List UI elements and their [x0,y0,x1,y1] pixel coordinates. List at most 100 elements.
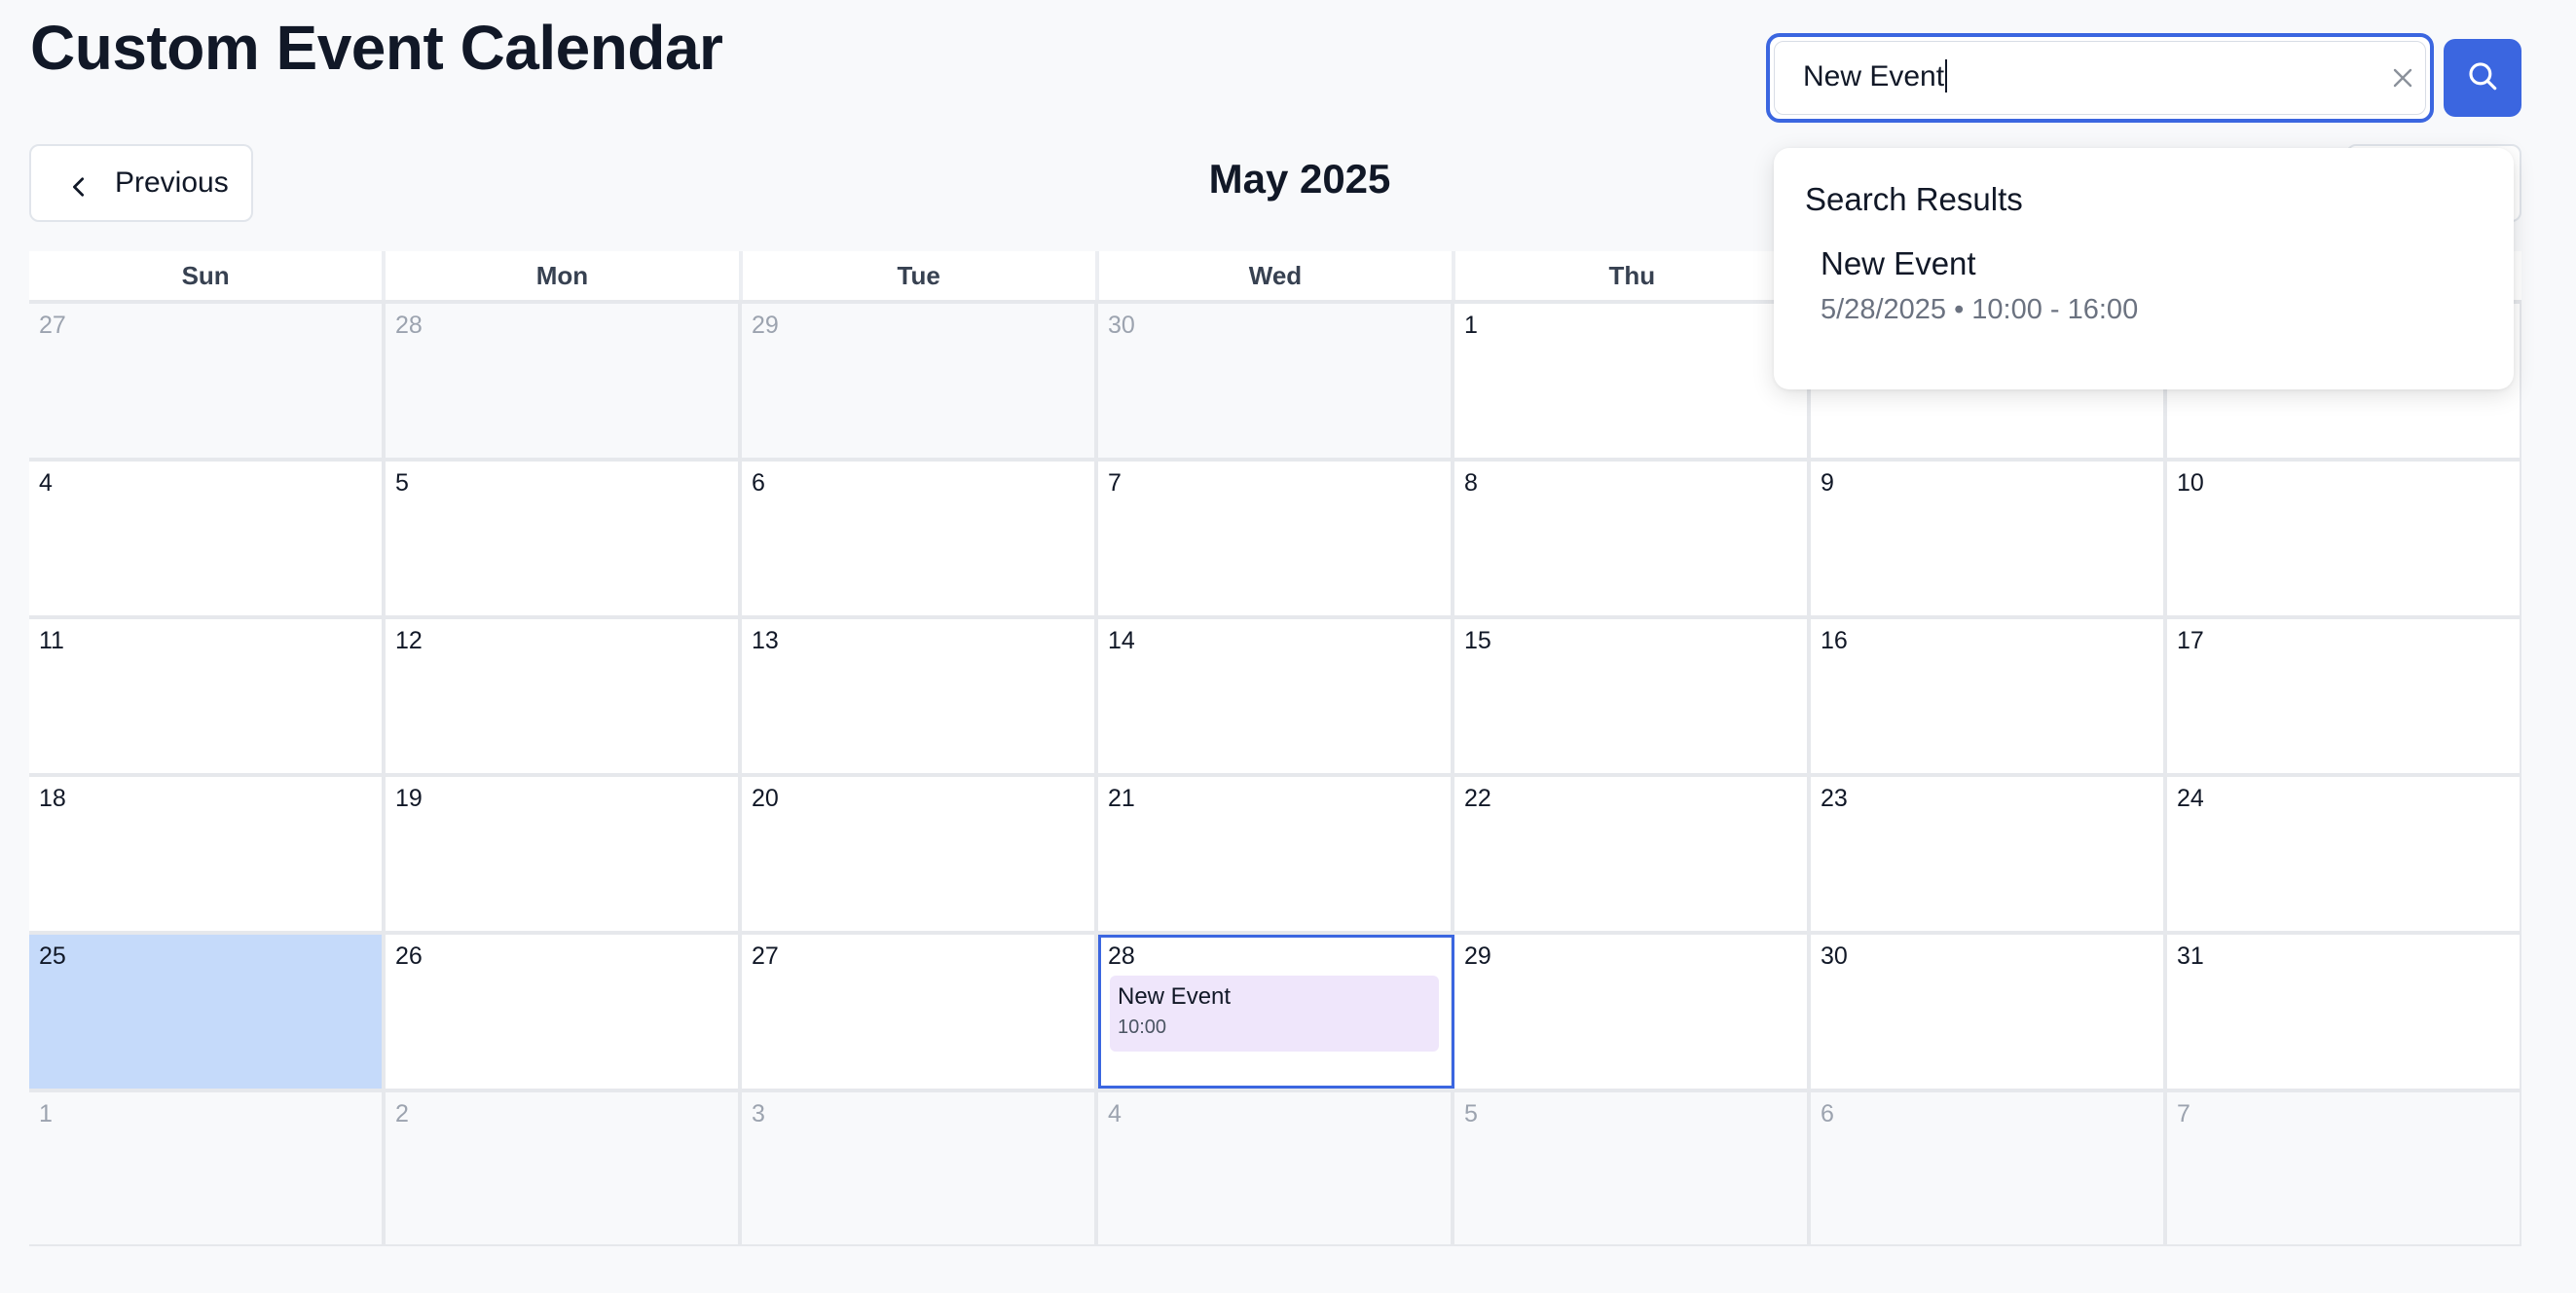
day-cell[interactable]: 10 [2167,462,2521,615]
week-row: 18 19 20 21 22 23 24 [29,773,2521,931]
day-cell[interactable]: 4 [1098,1092,1454,1244]
chevron-left-icon [68,172,90,197]
previous-button-label: Previous [115,166,229,199]
weekday-header-thu: Thu [1455,251,1813,300]
day-number: 22 [1464,785,1491,812]
day-cell[interactable]: 18 [29,777,386,931]
day-cell[interactable]: 19 [386,777,742,931]
day-number: 21 [1108,785,1135,812]
day-cell[interactable]: 6 [742,462,1098,615]
day-number: 7 [2177,1100,2190,1127]
day-number: 6 [1821,1100,1834,1127]
day-cell[interactable]: 30 [1811,935,2167,1089]
day-cell[interactable]: 7 [2167,1092,2521,1244]
search-box[interactable]: New Event [1766,33,2434,123]
calendar-grid: SunMonTueWedThuFriSat 272829301234567891… [29,251,2521,1246]
previous-button[interactable]: Previous [29,144,253,222]
day-number: 1 [1464,312,1478,339]
day-cell[interactable]: 13 [742,619,1098,773]
day-cell[interactable]: 4 [29,462,386,615]
day-cell[interactable]: 22 [1454,777,1811,931]
day-number: 3 [752,1100,765,1127]
day-cell[interactable]: 21 [1098,777,1454,931]
weekday-header-mon: Mon [386,251,743,300]
day-cell[interactable]: 1 [1454,304,1811,458]
day-cell[interactable]: 27 [29,304,386,458]
day-number: 14 [1108,627,1135,654]
day-cell[interactable]: 5 [1454,1092,1811,1244]
day-cell[interactable]: 31 [2167,935,2521,1089]
day-number: 1 [39,1100,53,1127]
event-time: 10:00 [1118,1016,1167,1038]
day-number: 26 [395,942,423,970]
day-number: 2 [395,1100,409,1127]
weekday-header-wed: Wed [1098,251,1456,300]
day-cell[interactable]: 17 [2167,619,2521,773]
day-number: 11 [39,627,64,654]
search-icon [2466,59,2499,97]
search-input-value: New Event [1803,60,1945,92]
day-number: 15 [1464,627,1491,654]
week-row: 25 26 27 28 New Event 10:00 29 30 31 [29,931,2521,1089]
day-number: 29 [752,312,779,339]
day-cell[interactable]: 2 [386,1092,742,1244]
weekday-header-sun: Sun [29,251,386,300]
search-results-list: New Event 5/28/2025 • 10:00 - 16:00 [1805,245,2483,326]
day-cell[interactable]: 29 [1454,935,1811,1089]
text-caret [1945,59,1948,93]
day-number: 16 [1821,627,1848,654]
day-cell[interactable]: 6 [1811,1092,2167,1244]
search-result-meta: 5/28/2025 • 10:00 - 16:00 [1821,294,2139,325]
day-number: 23 [1821,785,1848,812]
day-cell[interactable]: 20 [742,777,1098,931]
day-number: 12 [395,627,423,654]
search-result-title: New Event [1821,245,1976,281]
day-cell[interactable]: 11 [29,619,386,773]
day-number: 28 [395,312,423,339]
day-cell[interactable]: 1 [29,1092,386,1244]
day-number: 29 [1464,942,1491,970]
day-cell[interactable]: 15 [1454,619,1811,773]
day-number: 5 [395,469,409,497]
day-cell[interactable]: 16 [1811,619,2167,773]
day-number: 9 [1821,469,1834,497]
day-number: 28 [1108,942,1135,970]
day-number: 4 [1108,1100,1122,1127]
day-cell[interactable]: 27 [742,935,1098,1089]
day-number: 31 [2177,942,2204,970]
search-result-item[interactable]: New Event 5/28/2025 • 10:00 - 16:00 [1805,245,2483,326]
day-cell[interactable]: 24 [2167,777,2521,931]
day-cell[interactable]: 3 [742,1092,1098,1244]
day-number: 17 [2177,627,2204,654]
day-cell[interactable]: 25 [29,935,386,1089]
day-cell[interactable]: 28 [386,304,742,458]
day-cell[interactable]: 8 [1454,462,1811,615]
day-cell[interactable]: 29 [742,304,1098,458]
day-number: 6 [752,469,765,497]
day-cell[interactable]: 9 [1811,462,2167,615]
day-cell[interactable]: 12 [386,619,742,773]
day-cell[interactable]: 23 [1811,777,2167,931]
day-cell[interactable]: 28 New Event 10:00 [1098,935,1454,1089]
day-number: 20 [752,785,779,812]
day-cell[interactable]: 26 [386,935,742,1089]
week-row: 11 12 13 14 15 16 17 [29,615,2521,773]
close-icon[interactable] [2385,60,2420,95]
search-results-dropdown: Search Results New Event 5/28/2025 • 10:0… [1774,148,2514,389]
day-number: 18 [39,785,66,812]
day-number: 10 [2177,469,2204,497]
day-number: 8 [1464,469,1478,497]
search-button[interactable] [2444,39,2521,117]
day-number: 24 [2177,785,2204,812]
day-number: 4 [39,469,53,497]
week-row: 1 2 3 4 5 6 7 [29,1089,2521,1246]
day-number: 30 [1108,312,1135,339]
day-cell[interactable]: 7 [1098,462,1454,615]
search-input[interactable]: New Event [1803,59,1948,93]
event-chip[interactable]: New Event 10:00 [1110,976,1439,1052]
day-number: 5 [1464,1100,1478,1127]
event-title: New Event [1118,983,1232,1010]
day-cell[interactable]: 14 [1098,619,1454,773]
day-cell[interactable]: 5 [386,462,742,615]
day-cell[interactable]: 30 [1098,304,1454,458]
